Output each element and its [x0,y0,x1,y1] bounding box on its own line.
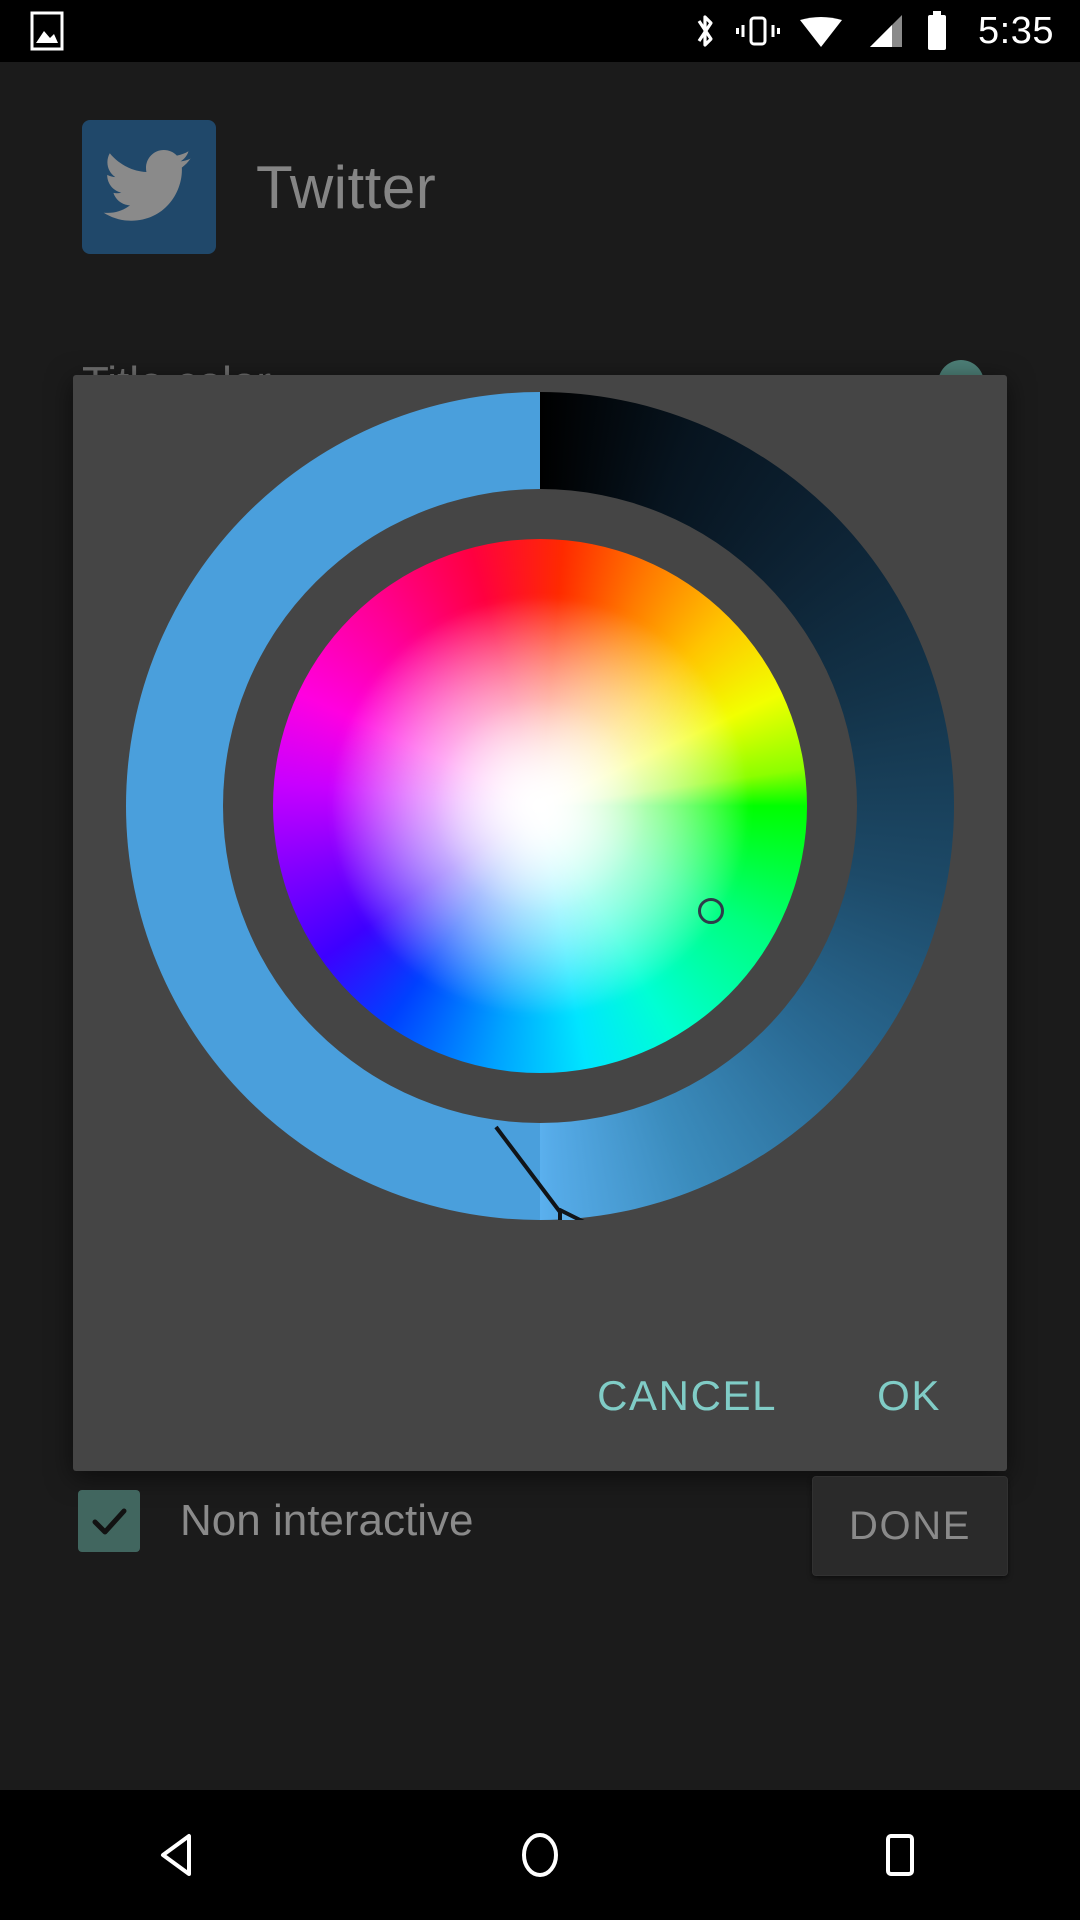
signal-icon [870,15,903,47]
recents-button[interactable] [825,1790,975,1920]
ok-button[interactable]: OK [877,1372,941,1420]
value-pointer[interactable] [126,392,954,1220]
twitter-bird-icon [82,120,216,254]
home-button[interactable] [465,1790,615,1920]
status-bar: 5:35 [0,0,1080,62]
navigation-bar [0,1790,1080,1920]
done-button[interactable]: DONE [812,1476,1008,1576]
page-title: Twitter [256,153,437,221]
phone-screen: 5:35 Twitter Title color CAN [0,0,1080,1920]
status-bar-left-icons [30,11,64,51]
screenshot-icon [30,11,64,51]
wifi-icon [800,17,843,47]
non-interactive-checkbox[interactable] [78,1490,140,1552]
bluetooth-icon [697,15,713,47]
dialog-button-bar: CANCEL OK [73,1321,1007,1471]
non-interactive-checkbox-row[interactable]: Non interactive [78,1490,473,1552]
check-icon [92,1508,127,1535]
color-picker-dialog: CANCEL OK [73,375,1007,1471]
recents-icon [886,1834,914,1876]
vibrate-icon [736,16,781,46]
battery-icon [928,11,947,50]
non-interactive-label: Non interactive [180,1496,474,1545]
status-bar-right-icons: 5:35 [692,10,1054,53]
cancel-button[interactable]: CANCEL [597,1372,777,1420]
app-header: Twitter [0,62,1080,312]
home-icon [522,1833,558,1877]
status-bar-clock: 5:35 [978,9,1054,52]
twitter-bird-glyph [103,150,191,221]
back-button[interactable] [105,1790,255,1920]
footer-bar: Non interactive DONE [0,1476,1080,1636]
back-icon [161,1834,191,1876]
color-picker-widget[interactable] [126,392,954,1220]
